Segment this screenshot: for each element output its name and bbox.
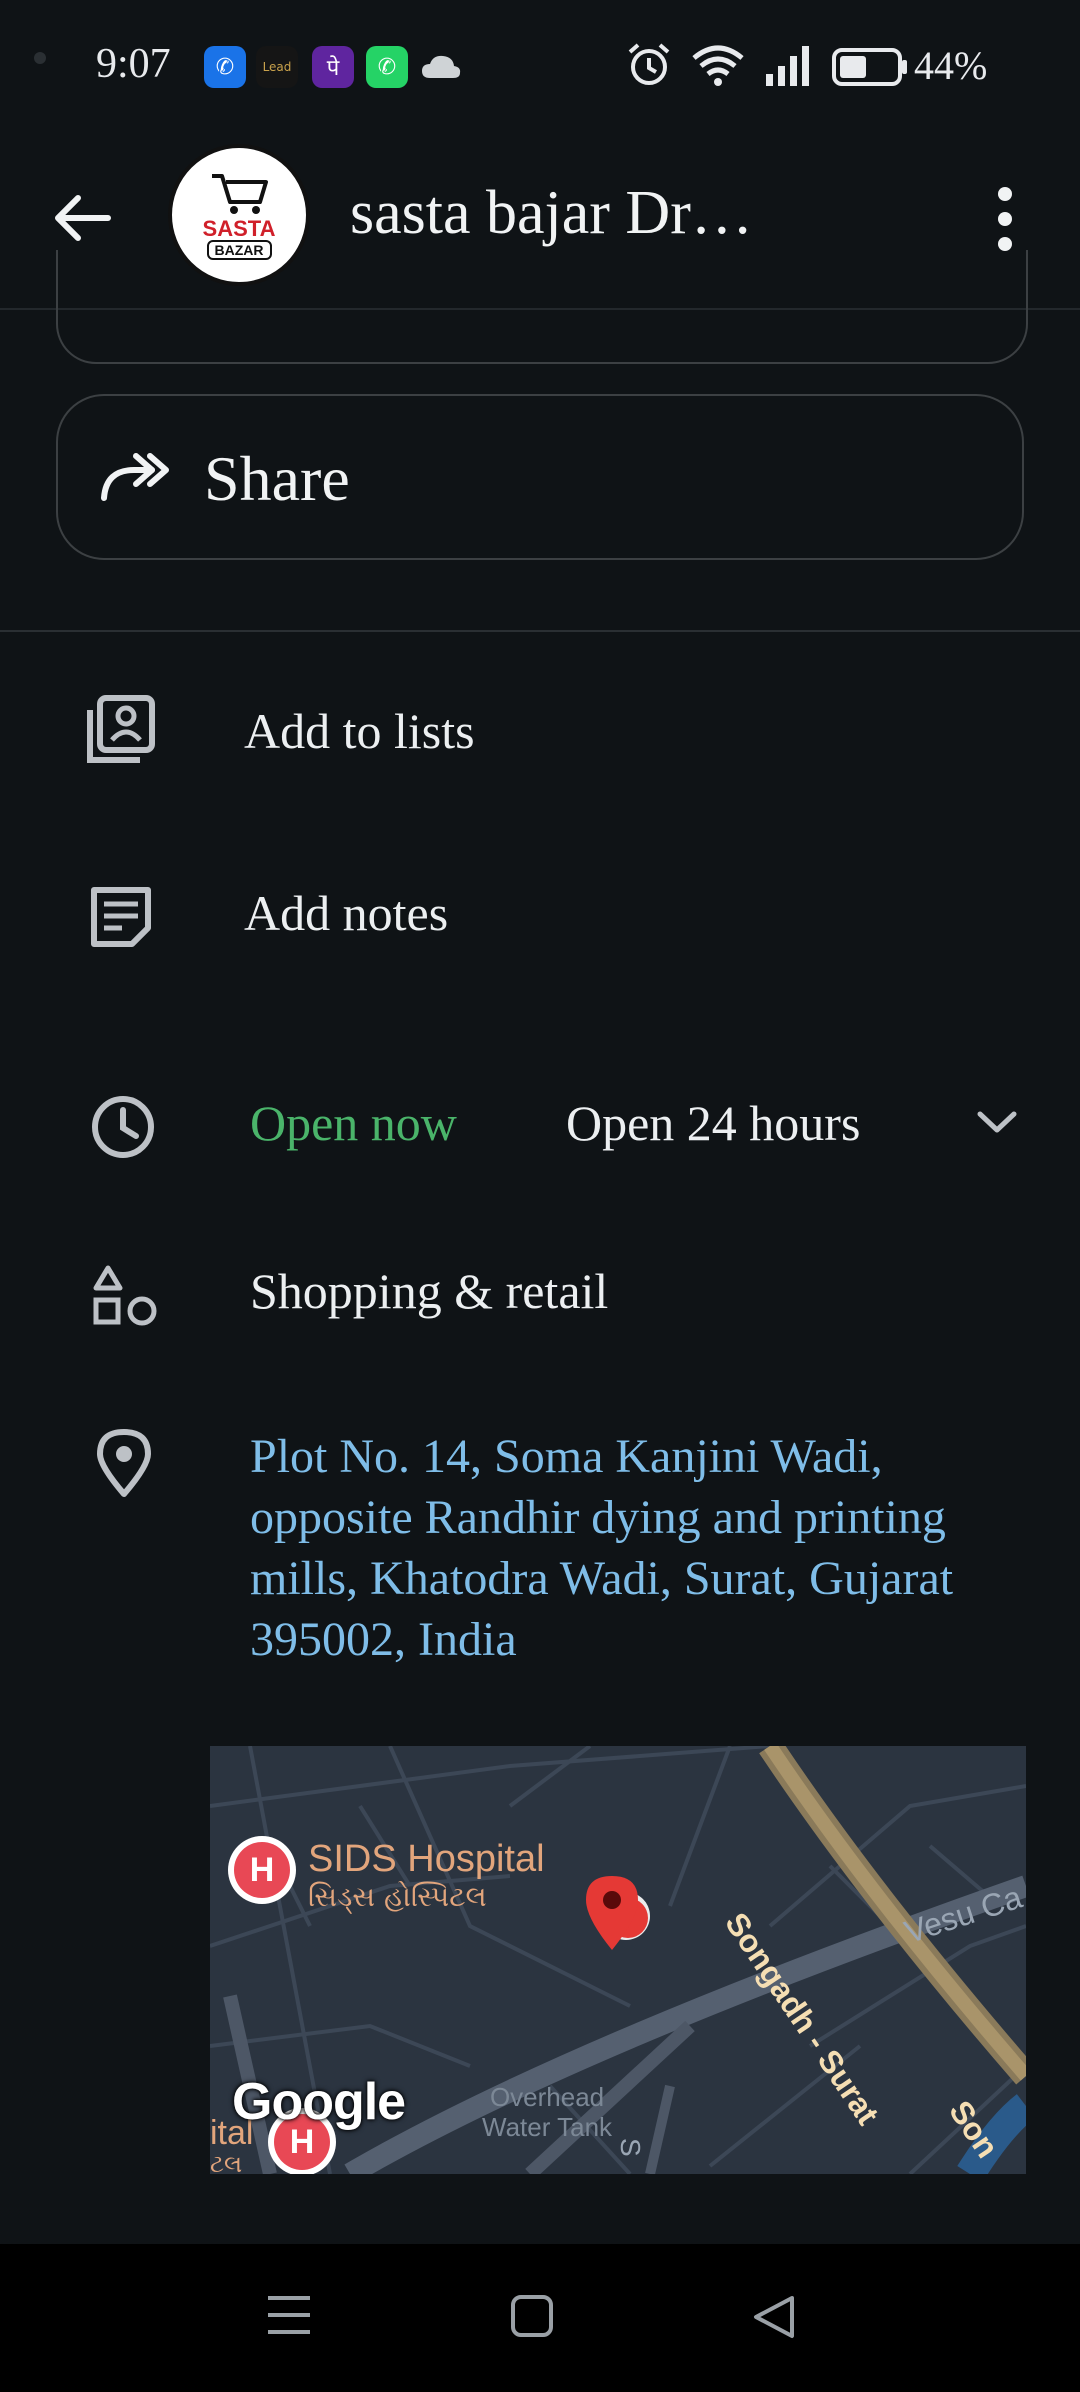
share-button[interactable] <box>56 394 1024 560</box>
address-link[interactable]: Plot No. 14, Soma Kanjini Wadi, opposite… <box>250 1426 1040 1670</box>
location-pin-icon <box>97 1429 151 1497</box>
signal-icon <box>766 46 809 86</box>
add-to-lists-label: Add to lists <box>244 703 475 759</box>
status-time: 9:07 <box>96 41 171 87</box>
saved-list-icon <box>87 695 155 763</box>
battery-icon <box>832 48 907 86</box>
divider <box>0 630 1080 632</box>
clock-icon <box>92 1096 154 1158</box>
add-to-lists-row[interactable] <box>0 660 1080 800</box>
home-icon[interactable] <box>510 2294 554 2338</box>
hours-text: Open 24 hours <box>566 1095 861 1151</box>
poi-name-local: સિડ્સ હોસ્પિટલ <box>308 1880 487 1913</box>
cloud-icon <box>422 55 461 78</box>
category-icon <box>93 1265 157 1326</box>
map-pin-icon <box>586 1876 650 1950</box>
open-status: Open now <box>250 1095 457 1151</box>
previous-action-button[interactable] <box>56 250 1028 364</box>
hours-row[interactable] <box>0 1050 1080 1190</box>
share-icon <box>101 453 169 501</box>
chevron-down-icon[interactable] <box>976 1108 1018 1138</box>
logo-text-sasta: SASTA <box>202 216 276 241</box>
leader-app-icon: Lead <box>256 46 298 88</box>
landmark-label: Overhead Water Tank <box>482 2082 612 2142</box>
add-notes-label: Add notes <box>244 885 449 941</box>
battery-percent: 44% <box>914 43 988 88</box>
hospital-icon: H <box>234 1842 290 1898</box>
road-label-s: S <box>615 2138 646 2157</box>
map-preview[interactable]: H SIDS Hospital સિડ્સ હોસ્પિટલ Songadh -… <box>210 1746 1026 2174</box>
landmark-line1: Overhead <box>489 2082 605 2112</box>
notes-icon <box>91 887 151 947</box>
camera-cutout <box>34 52 46 64</box>
phonepe-icon: पे <box>312 46 354 88</box>
add-notes-row[interactable] <box>0 842 1080 982</box>
poi-edge-label-local: ટલ <box>210 2150 243 2174</box>
alarm-icon <box>628 43 670 85</box>
landmark-line2: Water Tank <box>482 2112 613 2142</box>
category-label: Shopping & retail <box>250 1263 609 1319</box>
shopping-cart-icon <box>212 174 268 214</box>
share-label: Share <box>204 443 350 514</box>
hospital-marker[interactable]: H <box>228 1836 296 1904</box>
recents-icon[interactable] <box>266 2294 312 2336</box>
arrow-left-icon[interactable] <box>50 190 114 246</box>
whatsapp-icon: ✆ <box>366 46 408 88</box>
wifi-icon <box>692 45 744 86</box>
phone-app-icon: ✆ <box>204 46 246 88</box>
poi-name: SIDS Hospital <box>308 1838 545 1880</box>
back-nav-icon[interactable] <box>752 2294 796 2340</box>
google-logo: Google <box>232 2073 406 2131</box>
more-vert-icon[interactable] <box>990 184 1020 254</box>
page-title: sasta bajar Dr… <box>350 179 753 247</box>
